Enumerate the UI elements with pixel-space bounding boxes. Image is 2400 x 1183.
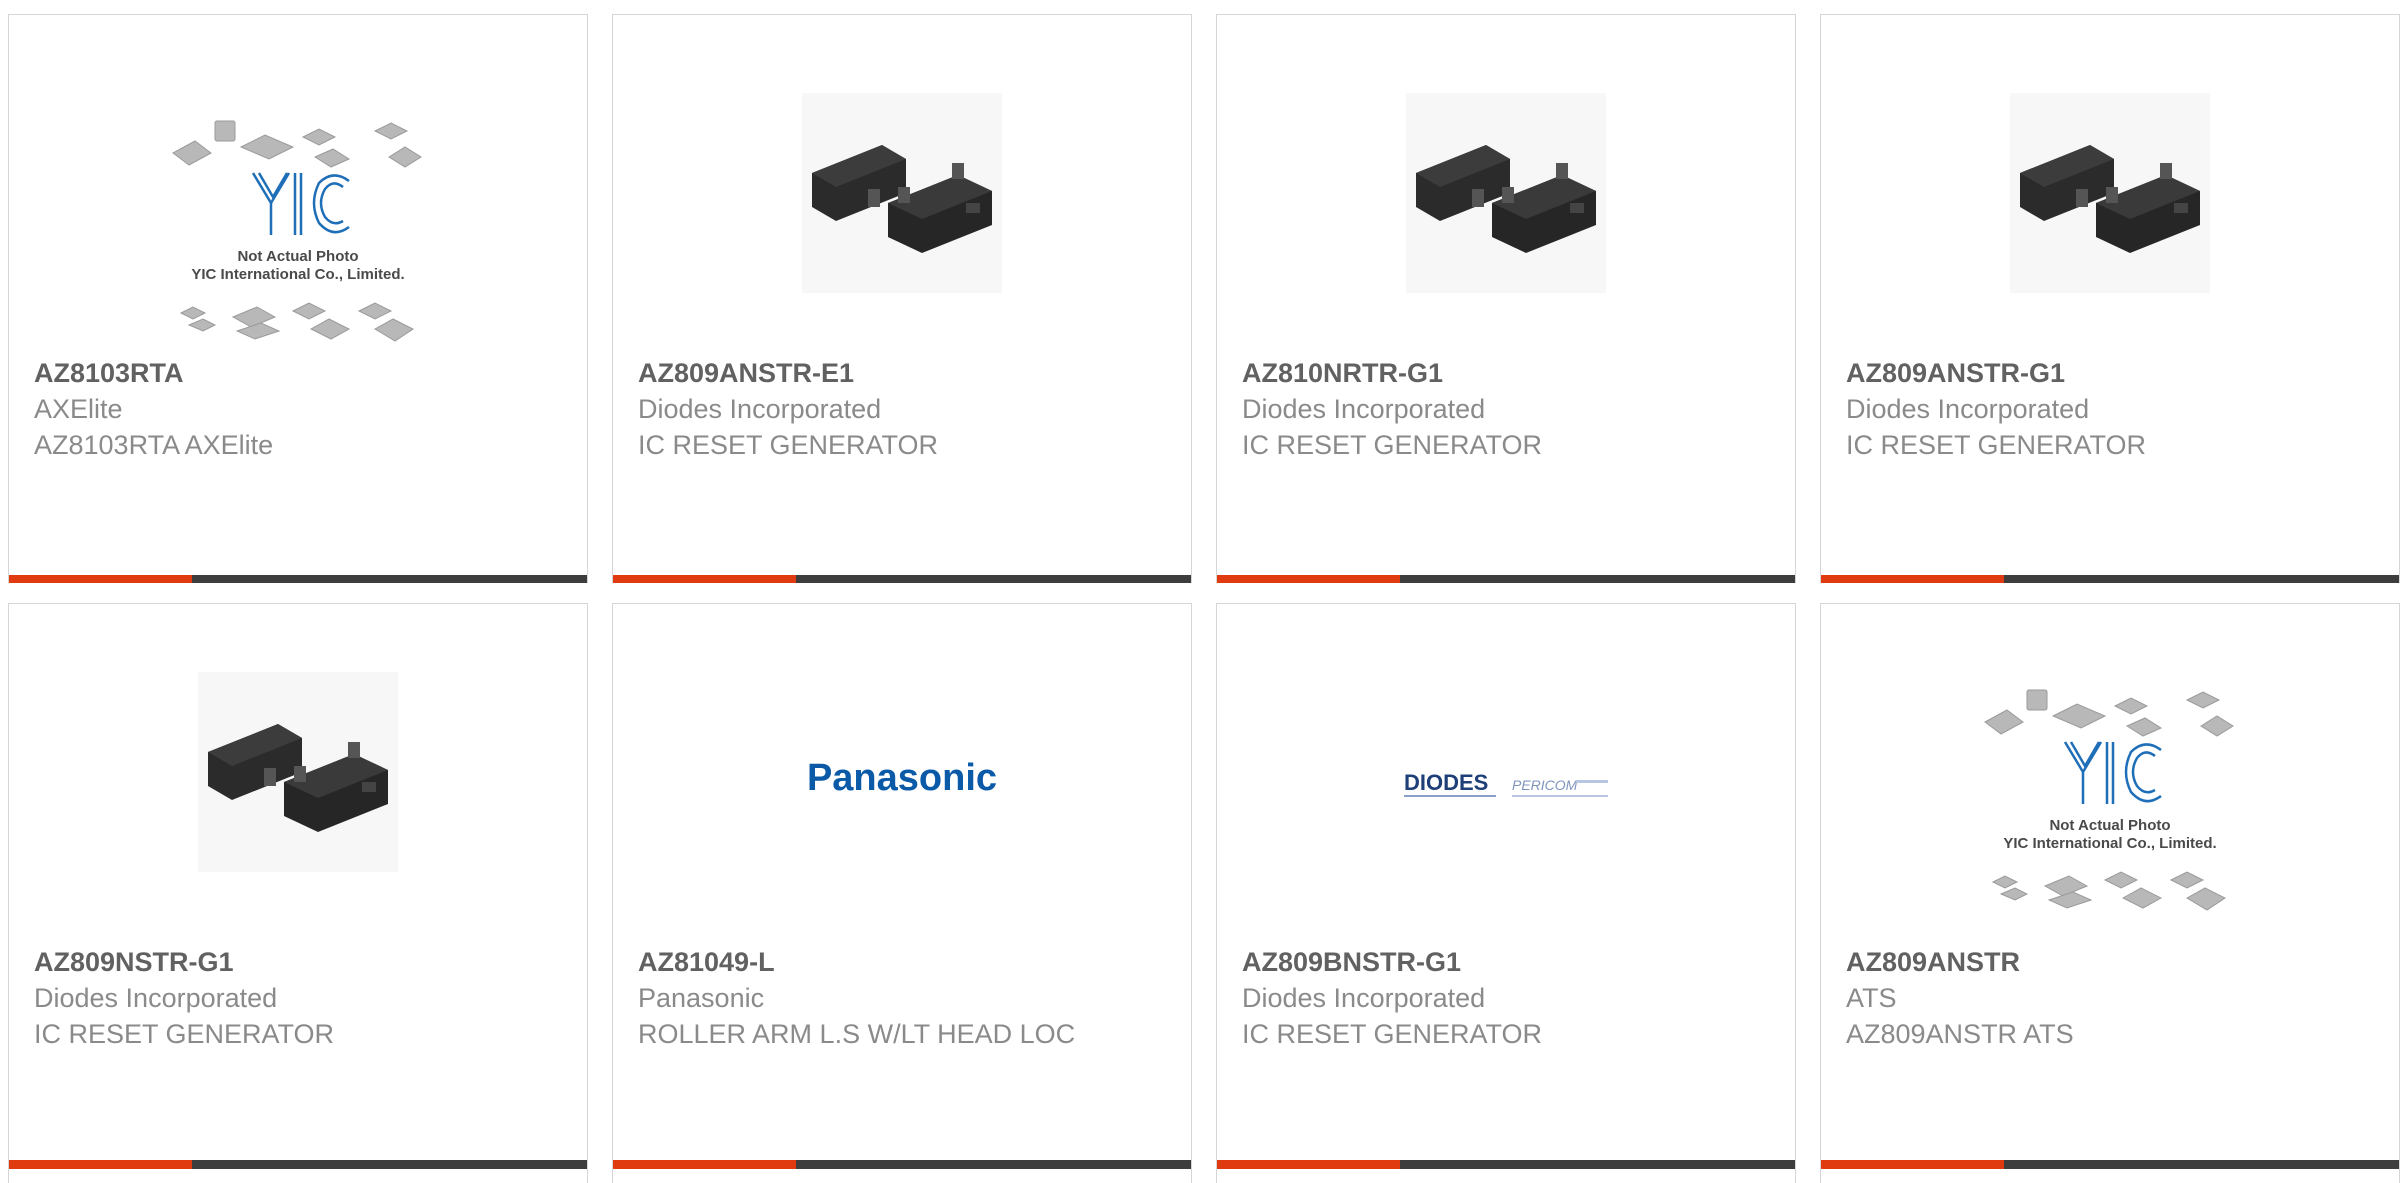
product-image[interactable]: DIODES PERICOM: [1217, 662, 1795, 952]
svg-text:YIC International Co., Limited: YIC International Co., Limited.: [2003, 835, 2216, 852]
product-image[interactable]: Not Actual Photo YIC International Co., …: [9, 73, 587, 363]
manufacturer: ATS: [1846, 983, 1897, 1013]
sot23-package-photo-icon: [1406, 93, 1606, 293]
part-number[interactable]: AZ809NSTR-G1: [34, 944, 567, 980]
description: IC RESET GENERATOR: [1242, 1019, 1543, 1049]
part-number[interactable]: AZ809BNSTR-G1: [1242, 944, 1775, 980]
not-actual-photo-placeholder-icon: Not Actual Photo YIC International Co., …: [1984, 689, 2234, 911]
manufacturer: Diodes Incorporated: [638, 394, 882, 424]
product-image[interactable]: [613, 73, 1191, 363]
panasonic-logo-icon: Panasonic: [807, 757, 997, 799]
svg-text:YIC International Co., Limited: YIC International Co., Limited.: [191, 266, 404, 283]
card-accent-bar: [1821, 575, 2399, 583]
description: IC RESET GENERATOR: [1242, 430, 1543, 460]
description: IC RESET GENERATOR: [34, 1019, 335, 1049]
part-number[interactable]: AZ810NRTR-G1: [1242, 355, 1775, 391]
description: AZ8103RTA AXElite: [34, 430, 274, 460]
part-number[interactable]: AZ8103RTA: [34, 355, 567, 391]
sot23-package-photo-icon: [2010, 93, 2210, 293]
product-card[interactable]: Panasonic AZ81049-L Panasonic ROLLER ARM…: [612, 603, 1192, 1183]
part-number[interactable]: AZ809ANSTR-E1: [638, 355, 1171, 391]
part-number[interactable]: AZ81049-L: [638, 944, 1171, 980]
card-accent-bar: [1217, 1160, 1795, 1169]
product-card[interactable]: Not Actual Photo YIC International Co., …: [8, 14, 588, 583]
product-card[interactable]: AZ809NSTR-G1 Diodes Incorporated IC RESE…: [8, 603, 588, 1183]
card-accent-bar: [9, 575, 587, 583]
product-card[interactable]: Not Actual Photo YIC International Co., …: [1820, 603, 2400, 1183]
product-image[interactable]: [1821, 73, 2399, 363]
svg-text:Panasonic: Panasonic: [807, 757, 997, 799]
sot23-package-photo-icon: [802, 93, 1002, 293]
part-number[interactable]: AZ809ANSTR: [1846, 944, 2379, 980]
svg-text:DIODES: DIODES: [1404, 770, 1488, 795]
product-card[interactable]: AZ810NRTR-G1 Diodes Incorporated IC RESE…: [1216, 14, 1796, 583]
product-card[interactable]: AZ809ANSTR-E1 Diodes Incorporated IC RES…: [612, 14, 1192, 583]
product-image[interactable]: Not Actual Photo YIC International Co., …: [1821, 662, 2399, 952]
product-image[interactable]: [1217, 73, 1795, 363]
manufacturer: Diodes Incorporated: [1846, 394, 2090, 424]
svg-text:PERICOM: PERICOM: [1512, 777, 1578, 793]
description: ROLLER ARM L.S W/LT HEAD LOC: [638, 1019, 1076, 1049]
diodes-pericom-logo-icon: DIODES PERICOM: [1404, 770, 1608, 797]
product-card[interactable]: DIODES PERICOM AZ809BNSTR-G1 Diodes Inco…: [1216, 603, 1796, 1183]
product-image[interactable]: [9, 662, 587, 952]
manufacturer: Panasonic: [638, 983, 765, 1013]
card-accent-bar: [1821, 1160, 2399, 1169]
card-accent-bar: [613, 575, 1191, 583]
card-accent-bar: [1217, 575, 1795, 583]
not-actual-photo-placeholder-icon: Not Actual Photo YIC International Co., …: [172, 120, 422, 342]
manufacturer: Diodes Incorporated: [1242, 983, 1486, 1013]
manufacturer: Diodes Incorporated: [34, 983, 278, 1013]
description: IC RESET GENERATOR: [1846, 430, 2147, 460]
manufacturer: Diodes Incorporated: [1242, 394, 1486, 424]
card-accent-bar: [613, 1160, 1191, 1169]
card-accent-bar: [9, 1160, 587, 1169]
description: IC RESET GENERATOR: [638, 430, 939, 460]
product-card[interactable]: AZ809ANSTR-G1 Diodes Incorporated IC RES…: [1820, 14, 2400, 583]
svg-text:Not Actual Photo: Not Actual Photo: [2049, 817, 2170, 834]
product-image[interactable]: Panasonic: [613, 662, 1191, 952]
svg-text:Not Actual Photo: Not Actual Photo: [237, 248, 358, 265]
part-number[interactable]: AZ809ANSTR-G1: [1846, 355, 2379, 391]
manufacturer: AXElite: [34, 394, 123, 424]
description: AZ809ANSTR ATS: [1846, 1019, 2074, 1049]
sot23-package-photo-icon: [198, 672, 398, 872]
